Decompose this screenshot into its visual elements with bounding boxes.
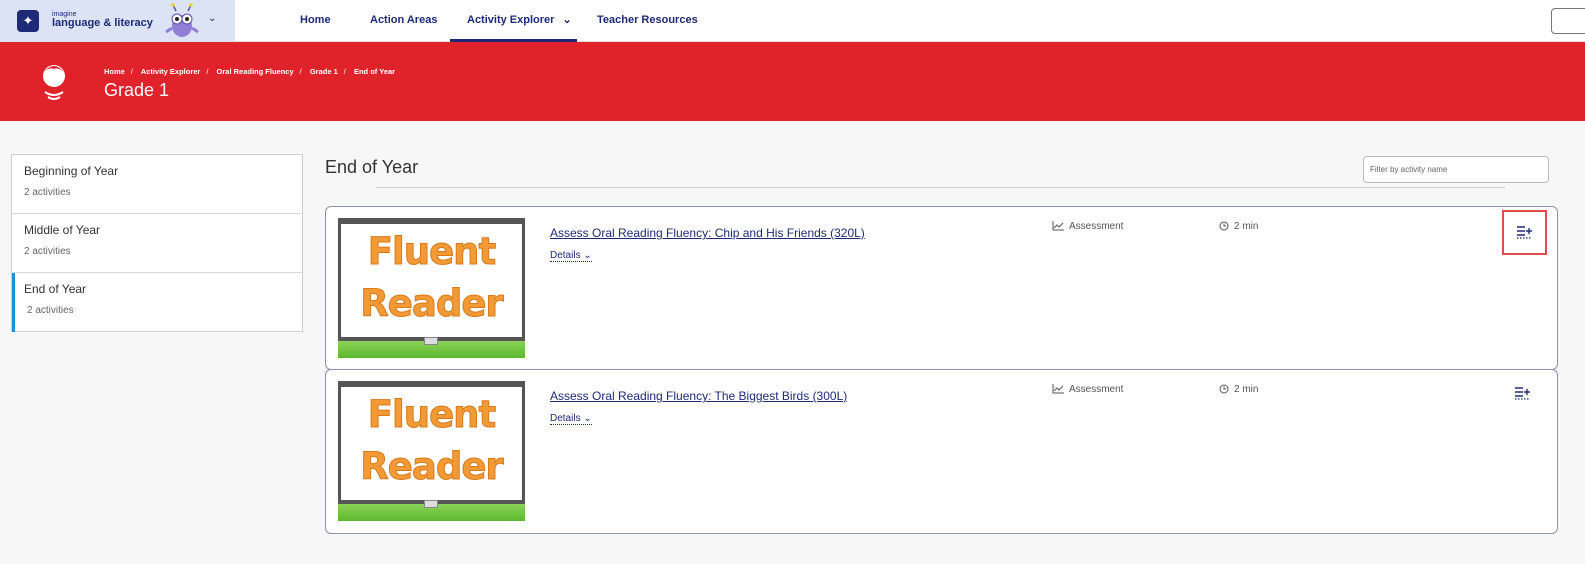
chart-line-icon — [1052, 384, 1064, 394]
activity-type-label: Assessment — [1069, 384, 1124, 395]
breadcrumb-oral-reading-fluency[interactable]: Oral Reading Fluency — [217, 67, 294, 76]
chevron-down-icon: ⌄ — [208, 13, 217, 24]
playlist-add-icon — [1515, 387, 1530, 400]
details-label: Details — [550, 250, 581, 261]
section-title: End of Year — [325, 157, 419, 177]
sidebar-item-label: Middle of Year — [24, 223, 101, 237]
nav-action-areas[interactable]: Action Areas — [370, 0, 437, 42]
activity-duration: 2 min — [1219, 221, 1258, 232]
top-navigation: ✦ imagine language & literacy ⌄ Home Act… — [0, 0, 1585, 42]
sidebar-item-label: End of Year — [24, 282, 87, 296]
thumbnail-text: Reader — [360, 282, 504, 326]
page-banner: Home / Activity Explorer / Oral Reading Fl… — [0, 42, 1585, 121]
nav-home[interactable]: Home — [300, 0, 331, 42]
thumbnail-text: Reader — [360, 445, 504, 489]
filter-input[interactable] — [1363, 156, 1549, 183]
breadcrumb-current: End of Year — [353, 67, 396, 76]
nav-activity-explorer-label: Activity Explorer — [467, 14, 555, 26]
divider — [376, 187, 1505, 188]
sidebar-item-beginning-of-year[interactable]: Beginning of Year 2 activities — [12, 155, 302, 214]
activity-thumbnail[interactable]: Fluent Reader — [338, 218, 525, 358]
thumbnail-text: Fluent — [367, 393, 496, 437]
account-button[interactable] — [1551, 8, 1585, 34]
sidebar-item-end-of-year[interactable]: End of Year 2 activities — [12, 273, 302, 332]
activity-type-label: Assessment — [1069, 221, 1124, 232]
brand-menu[interactable]: ✦ imagine language & literacy ⌄ — [0, 0, 235, 42]
sparkle-icon: ✦ — [17, 10, 39, 32]
playlist-add-icon — [1517, 226, 1532, 239]
sidebar-item-count: 2 activities — [24, 187, 71, 198]
activity-duration-label: 2 min — [1234, 384, 1259, 395]
chevron-down-icon: ⌄ — [583, 413, 592, 424]
activity-duration: 2 min — [1219, 384, 1258, 395]
activity-thumbnail[interactable]: Fluent Reader — [338, 381, 525, 521]
details-toggle[interactable]: Details ⌄ — [550, 250, 592, 262]
add-to-playlist-button[interactable] — [1502, 210, 1547, 255]
chart-line-icon — [1052, 221, 1064, 231]
brand-name: language & literacy — [52, 17, 153, 29]
page-title: Grade 1 — [104, 80, 170, 100]
details-toggle[interactable]: Details ⌄ — [550, 413, 592, 425]
breadcrumb: Home / Activity Explorer / Oral Reading Fl… — [104, 67, 396, 76]
breadcrumb-grade[interactable]: Grade 1 — [310, 67, 338, 76]
chevron-down-icon: ⌄ — [562, 14, 572, 26]
clock-icon — [1219, 384, 1229, 394]
activity-duration-label: 2 min — [1234, 221, 1259, 232]
clock-icon — [1219, 221, 1229, 231]
activity-type: Assessment — [1052, 221, 1123, 232]
activity-title-link[interactable]: Assess Oral Reading Fluency: The Biggest… — [550, 389, 847, 403]
activity-type: Assessment — [1052, 384, 1123, 395]
nav-teacher-resources[interactable]: Teacher Resources — [597, 0, 698, 42]
period-sidebar: Beginning of Year 2 activities Middle of… — [11, 154, 303, 332]
sidebar-item-label: Beginning of Year — [24, 164, 119, 178]
sidebar-item-middle-of-year[interactable]: Middle of Year 2 activities — [12, 214, 302, 273]
student-reading-icon — [43, 65, 65, 100]
sidebar-item-count: 2 activities — [27, 305, 74, 316]
details-label: Details — [550, 413, 581, 424]
breadcrumb-activity-explorer[interactable]: Activity Explorer — [141, 67, 201, 76]
activity-card: Fluent Reader Assess Oral Reading Fluenc… — [325, 206, 1558, 370]
sidebar-item-count: 2 activities — [24, 246, 71, 257]
thumbnail-text: Fluent — [367, 230, 496, 274]
activity-title-link[interactable]: Assess Oral Reading Fluency: Chip and Hi… — [550, 226, 865, 240]
add-to-playlist-button[interactable] — [1502, 373, 1547, 418]
breadcrumb-home[interactable]: Home — [104, 67, 125, 76]
activity-card: Fluent Reader Assess Oral Reading Fluenc… — [325, 369, 1558, 534]
chevron-down-icon: ⌄ — [583, 250, 592, 261]
mascot-icon — [165, 3, 199, 37]
nav-activity-explorer[interactable]: Activity Explorer ⌄ — [450, 0, 577, 42]
